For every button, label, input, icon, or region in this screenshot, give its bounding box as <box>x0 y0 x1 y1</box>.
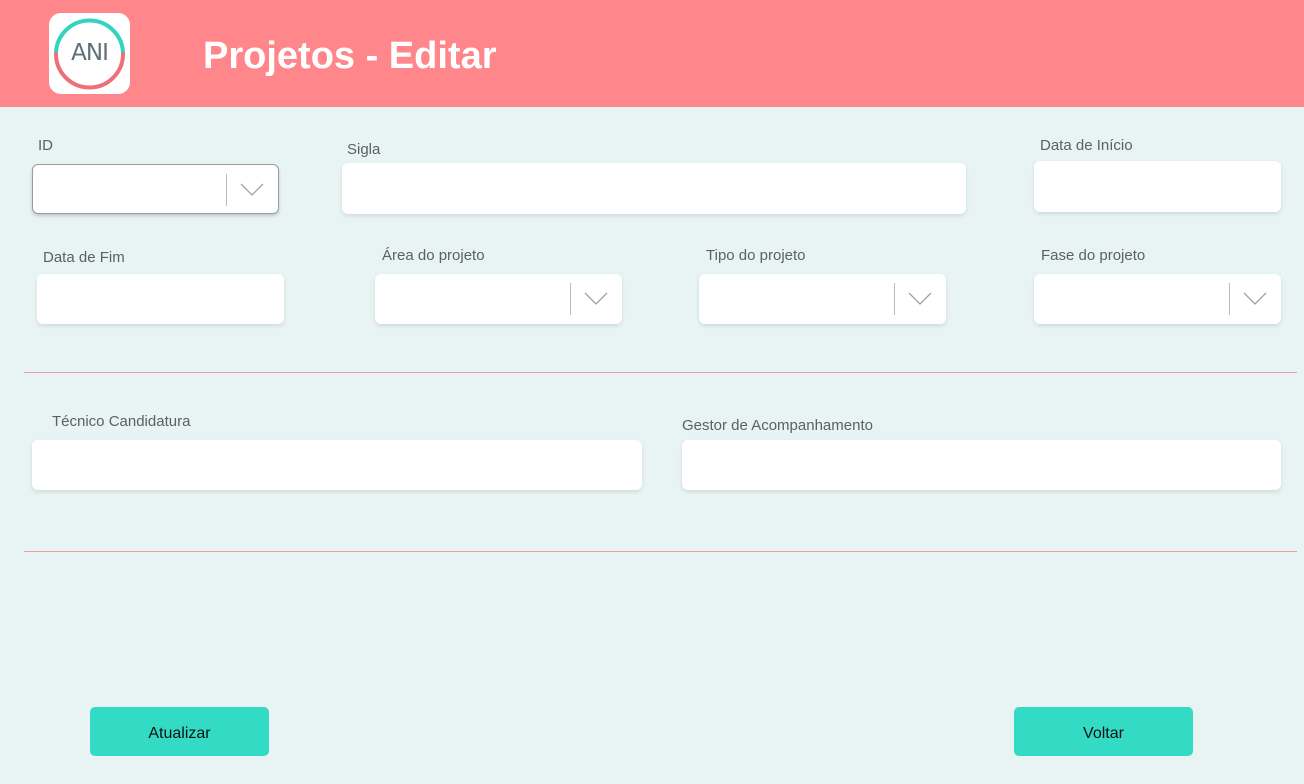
fase-projeto-label: Fase do projeto <box>1041 247 1146 264</box>
gestor-acompanhamento-label: Gestor de Acompanhamento <box>682 417 873 434</box>
gestor-acompanhamento-input[interactable] <box>682 440 1281 490</box>
section-divider <box>24 372 1297 373</box>
fase-projeto-select[interactable] <box>1034 274 1281 324</box>
data-inicio-field[interactable] <box>1034 161 1281 212</box>
chevron-down-icon[interactable] <box>584 292 608 306</box>
data-inicio-input[interactable] <box>1034 161 1281 212</box>
area-projeto-select[interactable] <box>375 274 622 324</box>
chevron-down-icon[interactable] <box>1243 292 1267 306</box>
select-separator <box>1229 283 1230 315</box>
section-divider <box>24 551 1297 552</box>
id-label: ID <box>38 137 53 154</box>
ani-logo: ANI <box>49 13 130 94</box>
tipo-projeto-label: Tipo do projeto <box>706 247 806 264</box>
select-separator <box>894 283 895 315</box>
sigla-field[interactable] <box>342 163 966 214</box>
select-separator <box>570 283 571 315</box>
data-inicio-label: Data de Início <box>1040 137 1133 154</box>
back-button[interactable]: Voltar <box>1014 707 1193 756</box>
chevron-down-icon[interactable] <box>908 292 932 306</box>
sigla-label: Sigla <box>347 141 381 158</box>
app-header: ANI Projetos - Editar <box>0 0 1304 107</box>
chevron-down-icon[interactable] <box>240 183 264 197</box>
data-fim-field[interactable] <box>37 274 284 324</box>
id-select[interactable] <box>32 164 279 214</box>
page-title: Projetos - Editar <box>203 35 497 77</box>
update-button[interactable]: Atualizar <box>90 707 269 756</box>
tecnico-candidatura-label: Técnico Candidatura <box>52 413 191 430</box>
sigla-input[interactable] <box>342 163 966 214</box>
logo-text: ANI <box>71 40 109 66</box>
data-fim-input[interactable] <box>37 274 284 324</box>
gestor-acompanhamento-field[interactable] <box>682 440 1281 490</box>
area-projeto-label: Área do projeto <box>382 247 485 264</box>
tecnico-candidatura-field[interactable] <box>32 440 642 490</box>
tipo-projeto-select[interactable] <box>699 274 946 324</box>
tecnico-candidatura-input[interactable] <box>32 440 642 490</box>
select-separator <box>226 174 227 206</box>
data-fim-label: Data de Fim <box>43 249 125 266</box>
